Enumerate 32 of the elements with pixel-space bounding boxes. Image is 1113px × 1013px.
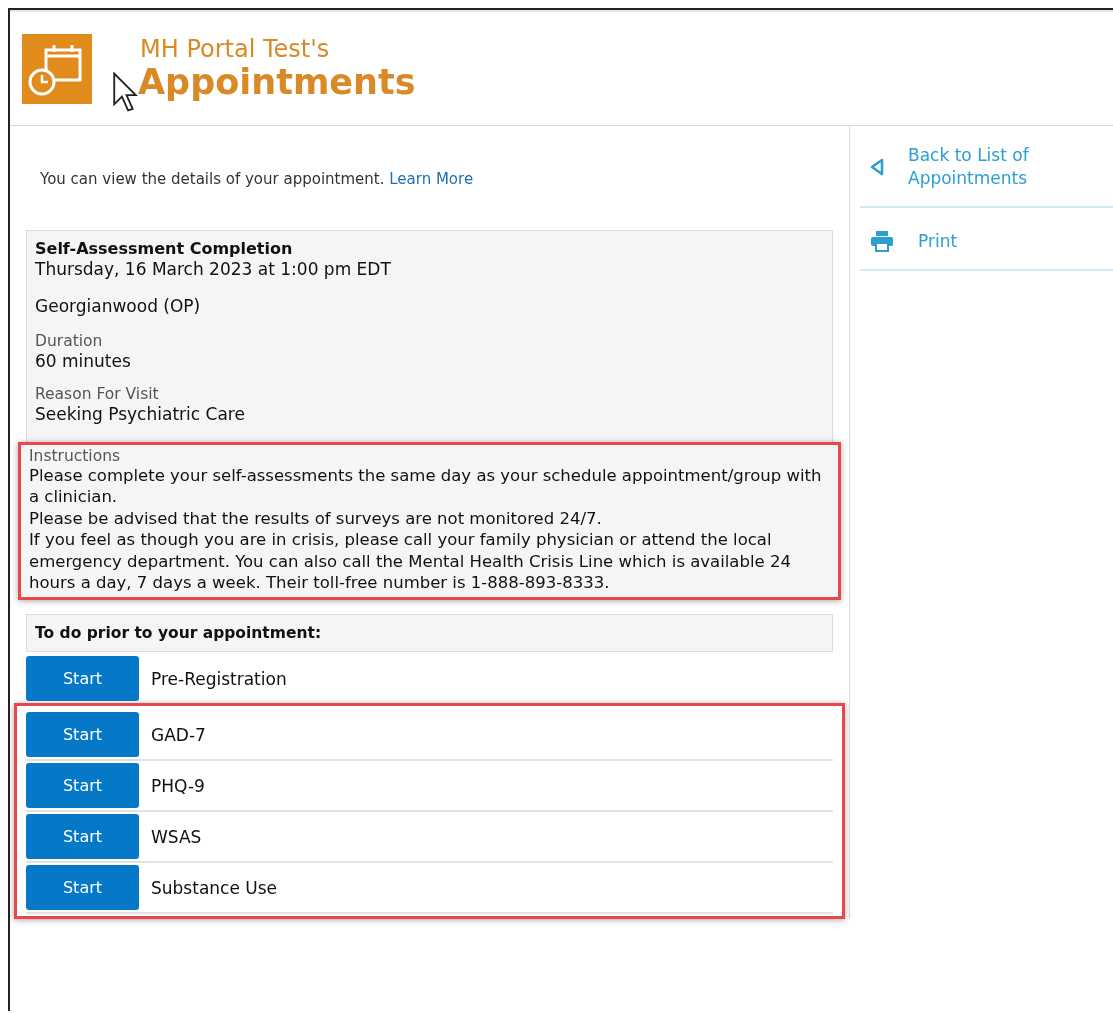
start-button[interactable]: Start [26,712,139,758]
task-name: GAD-7 [151,724,206,745]
field-label: Duration [35,331,104,350]
start-button[interactable]: Start [26,763,139,809]
appointment-title: Self-Assessment Completion [35,239,294,258]
start-button[interactable]: Start [26,656,139,702]
instruction-text: If you feel as though you are in crisis, please call your family physician or attend the local emergency department. You can also call the Mental Health Crisis Line which is available 24 hours a day, 7 days a week. Their toll-free number is 1-888-893-8333. [29,529,792,594]
intro-text: You can view the details of your appointment. Learn More [40,170,475,190]
task-name: Pre-Registration [151,668,287,689]
appointment-location: Georgianwood (OP) [35,294,202,318]
start-button[interactable]: Start [26,865,139,911]
learn-more-link[interactable]: Learn More [389,170,474,188]
print-link[interactable]: Print [860,225,1113,271]
page-title: Appointments [138,63,416,102]
field-label: Reason For Visit [35,384,160,403]
todo-heading: To do prior to your appointment: [26,614,833,653]
field-value: 60 minutes [35,349,132,373]
instruction-text: Please complete your self-assessments the same day as your schedule appointment/group with a clinician. [29,464,823,508]
task-name: Substance Use [151,877,278,898]
left-triangle-icon [870,157,884,176]
instruction-text: Please be advised that the results of surveys are not monitored 24/7. [29,507,603,530]
field-value: Seeking Psychiatric Care [35,402,246,426]
appointment-datetime: Thursday, 16 March 2023 at 1:00 pm EDT [35,258,392,281]
calendar-clock-icon [22,33,92,104]
back-link[interactable]: Back to List of Appointments [860,140,1113,208]
task-name: WSAS [151,826,202,847]
print-icon [870,230,894,253]
page-subtitle: MH Portal Test's [140,35,331,64]
field-label: Instructions [29,446,122,465]
start-button[interactable]: Start [26,814,139,860]
task-name: PHQ-9 [151,775,205,796]
mouse-cursor-icon [112,72,138,112]
